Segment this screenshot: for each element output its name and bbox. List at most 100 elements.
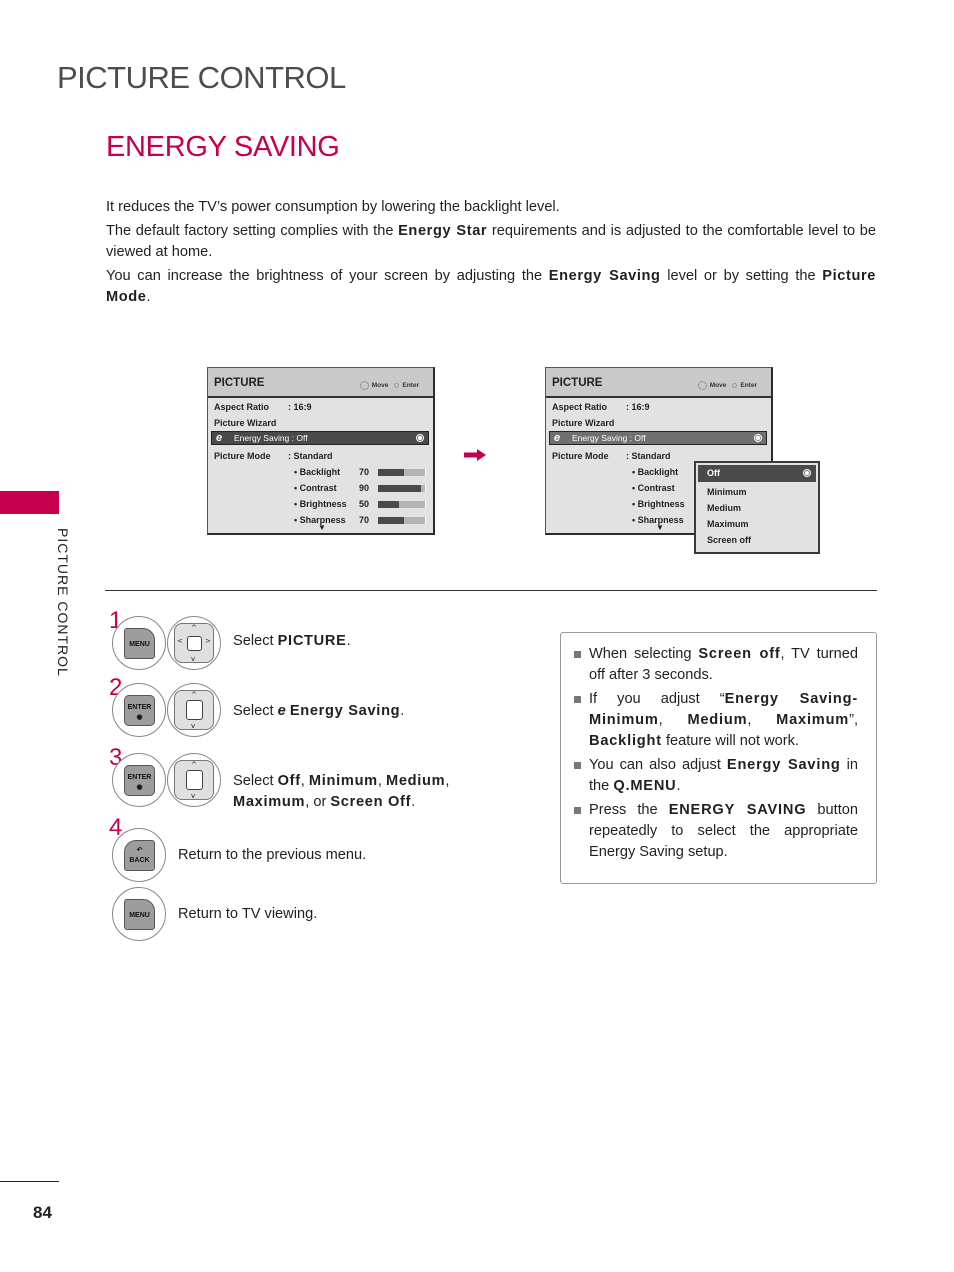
setting-brightness[interactable]: • Brightness: [632, 499, 685, 509]
level-bar: [378, 517, 426, 524]
level-fill: [378, 485, 422, 492]
menu-button[interactable]: MENU: [112, 616, 166, 670]
option-minimum[interactable]: Minimum: [707, 487, 747, 497]
right-arrow-icon: >: [205, 637, 211, 645]
side-tab-marker: [0, 491, 59, 514]
menu-key: MENU: [124, 628, 155, 659]
ok-center: [186, 770, 203, 790]
term: ENERGY SAVING: [668, 802, 807, 818]
term: Medium: [385, 773, 446, 789]
osd-header: PICTURE Move Enter: [208, 368, 433, 398]
text: .: [676, 778, 681, 794]
side-tab-label: PICTURE CONTROL: [55, 528, 71, 677]
level-bar: [378, 485, 426, 492]
selected-radio-icon: [803, 469, 811, 477]
text: .: [411, 794, 416, 810]
text: ,: [300, 773, 309, 789]
option-medium[interactable]: Medium: [707, 503, 741, 513]
label: BACK: [129, 857, 150, 864]
footer-rule: [0, 1181, 59, 1182]
menu-item-picture-mode[interactable]: Picture Mode: Standard: [214, 451, 333, 461]
osd-picture-menu: PICTURE Move Enter Aspect Ratio : 16:9 Pic…: [207, 367, 435, 535]
enter-button[interactable]: ENTER ◉: [112, 753, 166, 807]
enter-hint: Enter: [740, 382, 757, 390]
menu-item-energy-saving[interactable]: e Energy Saving : Off: [211, 431, 429, 445]
label: ENTER: [127, 704, 152, 711]
intro-paragraph-1: It reduces the TV’s power consumption by…: [106, 199, 560, 215]
enter-button[interactable]: ENTER ◉: [112, 683, 166, 737]
eco-leaf-icon: e: [216, 432, 223, 444]
level-fill: [378, 517, 404, 524]
down-arrow-icon: v: [191, 792, 196, 800]
osd-hint: Move Enter: [359, 381, 419, 390]
nav-pad-up-down[interactable]: ^ v: [167, 683, 221, 737]
menu-item-picture-mode[interactable]: Picture Mode: Standard: [552, 451, 671, 461]
energy-star-term: Energy Star: [398, 223, 488, 239]
label: Energy Saving : Off: [572, 433, 646, 443]
scroll-down-icon[interactable]: ▼: [656, 523, 664, 532]
enter-hint: Enter: [402, 382, 419, 390]
section-title: ENERGY SAVING: [106, 131, 340, 163]
setting-backlight[interactable]: • Backlight 70: [294, 467, 426, 477]
enter-dot-icon: ◉: [136, 784, 143, 791]
term: PICTURE: [277, 633, 347, 649]
ok-center: [187, 636, 202, 651]
setting-brightness[interactable]: • Brightness 50: [294, 499, 426, 509]
move-hint: Move: [709, 382, 727, 390]
intro-paragraph-2: The default factory setting complies wit…: [106, 221, 876, 263]
value: : 16:9: [288, 402, 312, 412]
value: 90: [359, 483, 370, 493]
text: ,: [377, 773, 386, 789]
square-bullet-icon: [574, 651, 581, 658]
option-screen-off[interactable]: Screen off: [707, 535, 751, 545]
eco-leaf-icon: e: [277, 703, 286, 719]
option-maximum[interactable]: Maximum: [707, 519, 749, 529]
menu-button-exit[interactable]: MENU: [112, 887, 166, 941]
text: level or by setting the: [660, 268, 823, 284]
text: Press the: [589, 802, 669, 818]
section-divider: [105, 590, 877, 591]
back-button[interactable]: ↶ BACK: [112, 828, 166, 882]
level-bar: [378, 469, 426, 476]
label: Picture Mode: [552, 451, 609, 461]
value: 70: [359, 515, 370, 525]
step-3-text: Select Off, Minimum, Medium, Maximum, or …: [233, 771, 473, 813]
note-item: You can also adjust Energy Saving in the…: [573, 755, 858, 797]
square-bullet-icon: [574, 807, 581, 814]
menu-item-energy-saving[interactable]: e Energy Saving : Off: [549, 431, 767, 445]
menu-item-picture-wizard[interactable]: Picture Wizard: [552, 418, 614, 428]
nav-pad[interactable]: ^ < > v: [167, 616, 221, 670]
setting-contrast[interactable]: • Contrast: [632, 483, 675, 493]
menu-item-picture-wizard[interactable]: Picture Wizard: [214, 418, 276, 428]
square-bullet-icon: [574, 762, 581, 769]
up-arrow-icon: ^: [191, 624, 197, 632]
text: Select: [233, 703, 278, 719]
text: .: [346, 633, 351, 649]
down-arrow-icon: v: [191, 655, 196, 663]
enter-icon: [732, 383, 738, 388]
menu-item-aspect-ratio[interactable]: Aspect Ratio : 16:9: [214, 402, 312, 412]
label: Aspect Ratio: [214, 402, 270, 412]
note-item: Press the ENERGY SAVING button repeatedl…: [573, 800, 858, 863]
text: ,: [747, 712, 777, 728]
nav-pad-up-down[interactable]: ^ v: [167, 753, 221, 807]
level-fill: [378, 469, 404, 476]
text: .: [400, 703, 405, 719]
option-off[interactable]: Off: [698, 465, 816, 482]
move-icon: [697, 381, 707, 390]
setting-backlight[interactable]: • Backlight: [632, 467, 678, 477]
text: When selecting: [589, 646, 699, 662]
down-arrow-icon: v: [191, 722, 196, 730]
term: Off: [277, 773, 301, 789]
intro-paragraph-3: You can increase the brightness of your …: [106, 266, 876, 308]
text: You can also adjust: [589, 757, 727, 773]
nav-pad-key: ^ < > v: [174, 623, 214, 663]
value: : Standard: [288, 451, 333, 461]
menu-item-aspect-ratio[interactable]: Aspect Ratio: 16:9: [552, 402, 650, 412]
level-fill: [378, 501, 400, 508]
term: Maximum: [776, 712, 850, 728]
text: Select: [233, 773, 278, 789]
setting-contrast[interactable]: • Contrast 90: [294, 483, 426, 493]
scroll-down-icon[interactable]: ▼: [318, 523, 326, 532]
enter-dot-icon: ◉: [136, 714, 143, 721]
